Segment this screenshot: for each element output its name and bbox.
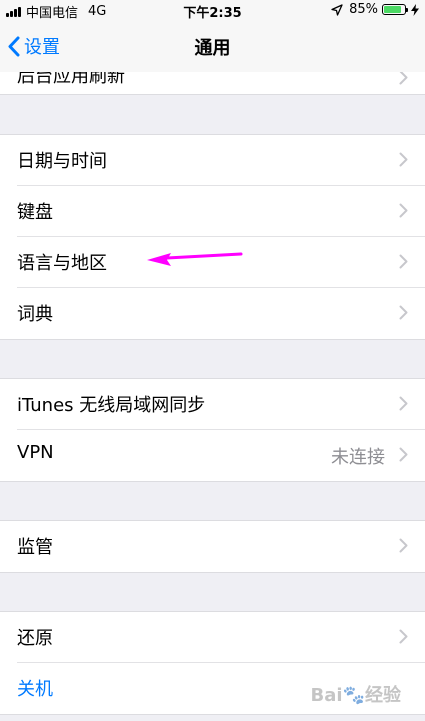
list-item-keyboard[interactable]: 键盘 (0, 186, 425, 237)
row-label: 后台应用刷新 (17, 72, 125, 87)
annotation-arrow-icon (147, 252, 243, 266)
list-item-dictionary[interactable]: 词典 (0, 288, 425, 339)
row-label: 词典 (17, 304, 53, 325)
list-item-itunes-wifi-sync[interactable]: iTunes 无线局域网同步 (0, 379, 425, 430)
battery-icon (382, 4, 408, 15)
list-item-supervision[interactable]: 监管 (0, 521, 425, 572)
chevron-right-icon (399, 538, 408, 553)
list-item-vpn[interactable]: VPN 未连接 (0, 430, 425, 481)
shutdown-label: 关机 (17, 679, 53, 700)
settings-group-1: 日期与时间 键盘 语言与地区 词典 (0, 134, 425, 340)
settings-group-2: iTunes 无线局域网同步 VPN 未连接 (0, 378, 425, 482)
row-label: 监管 (17, 537, 53, 558)
chevron-right-icon (399, 152, 408, 167)
chevron-right-icon (399, 629, 408, 644)
vpn-status: 未连接 (331, 447, 385, 468)
status-bar: 中国电信 4G 下午2:35 85% (0, 0, 425, 21)
battery-percent: 85% (349, 2, 378, 17)
nav-bar: 设置 通用 (0, 20, 425, 73)
chevron-right-icon (399, 447, 408, 462)
chevron-right-icon (399, 396, 408, 411)
chevron-right-icon (399, 305, 408, 320)
row-label: 语言与地区 (17, 253, 107, 274)
list-item-date-time[interactable]: 日期与时间 (0, 135, 425, 186)
battery-fill (384, 6, 401, 13)
row-label: VPN (17, 442, 54, 463)
row-label: 还原 (17, 628, 53, 649)
row-label: 键盘 (17, 202, 53, 223)
chevron-right-icon (399, 254, 408, 269)
charging-icon (411, 3, 419, 16)
location-icon (331, 3, 343, 16)
row-label: 日期与时间 (17, 151, 107, 172)
row-label: iTunes 无线局域网同步 (17, 395, 206, 416)
list-item-background-refresh[interactable]: 后台应用刷新 (0, 72, 425, 95)
list-item-reset[interactable]: 还原 (0, 612, 425, 663)
status-right: 85% (331, 2, 419, 17)
settings-group-3: 监管 (0, 520, 425, 573)
page-title: 通用 (194, 38, 231, 59)
chevron-right-icon (399, 203, 408, 218)
chevron-right-icon (399, 72, 408, 85)
watermark-logo: Bai🐾经验 (310, 685, 401, 706)
